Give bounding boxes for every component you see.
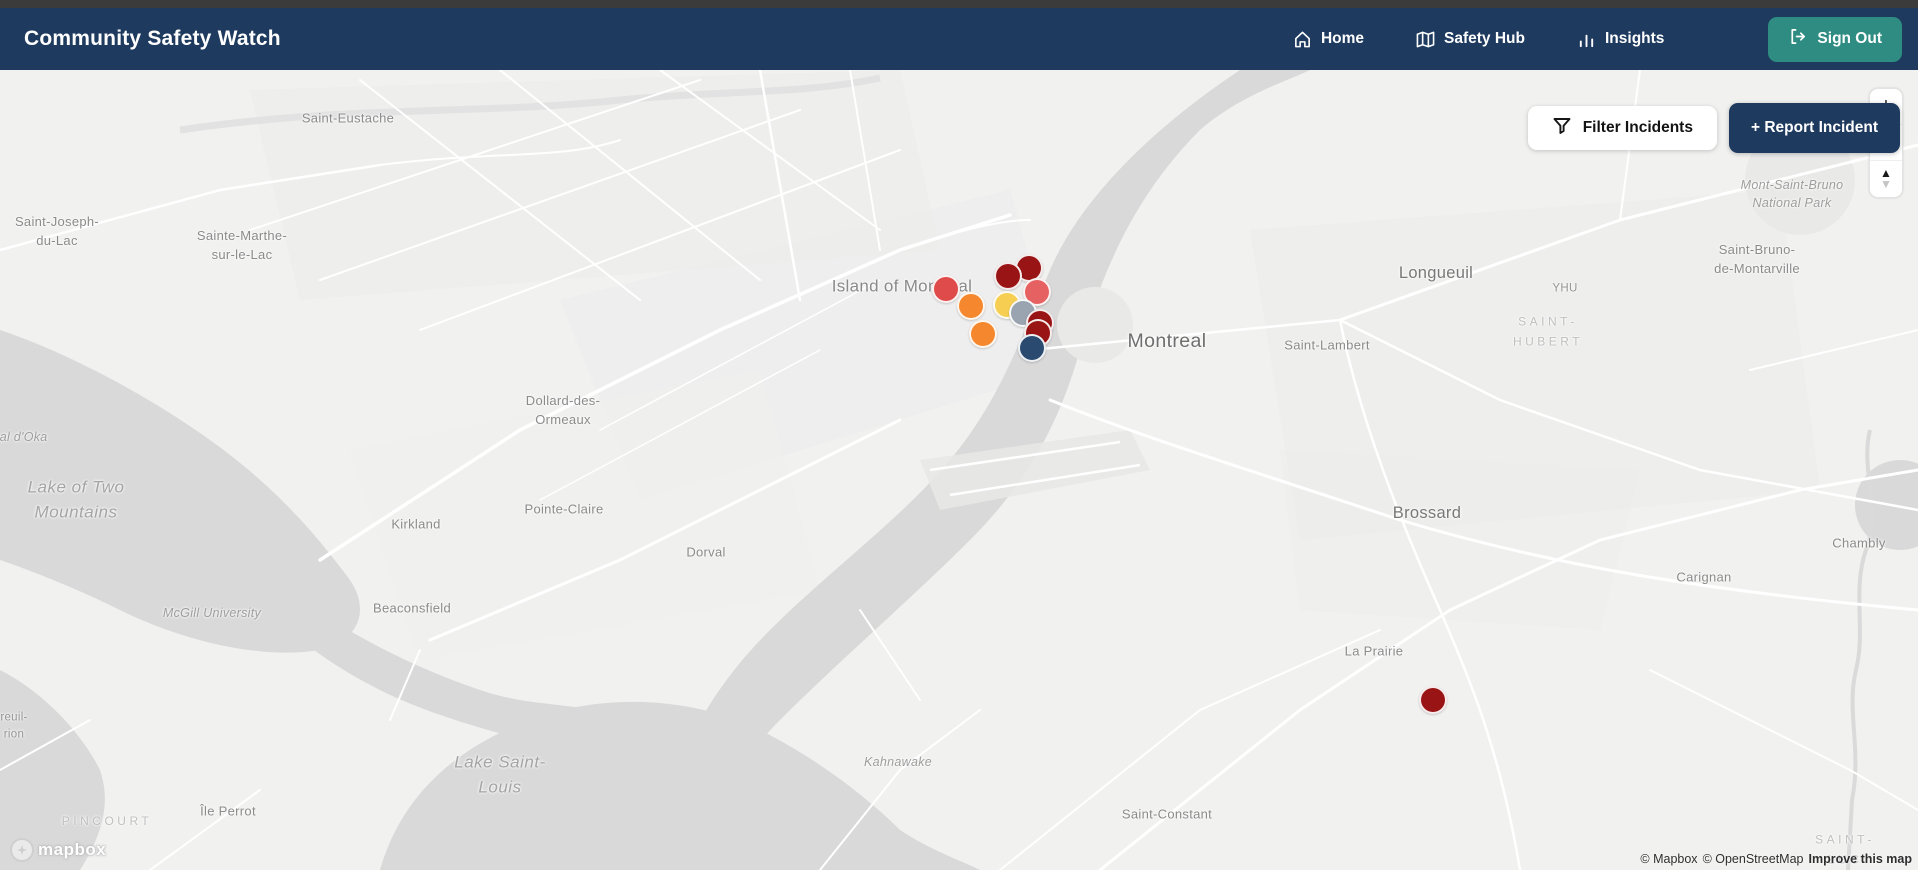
page-title: Community Safety Watch [24,27,281,50]
attribution-mapbox-link[interactable]: © Mapbox [1640,852,1697,866]
home-icon [1293,30,1312,49]
logout-icon [1788,27,1807,51]
pitch-down-icon: ▼ [1880,177,1892,191]
nav-label: Home [1320,30,1365,47]
app-header: Community Safety Watch Home Safety Hub I… [0,8,1918,70]
compass-button[interactable]: ▲ ▼ [1870,161,1902,197]
map-toolbar: Filter Incidents + Report Incident [1527,103,1900,153]
map-tiles [0,70,1918,870]
sign-out-label: Sign Out [1817,30,1882,47]
filter-incidents-label: Filter Incidents [1582,119,1693,136]
incident-marker-orange[interactable] [957,292,985,320]
nav-item-insights[interactable]: Insights [1577,30,1664,49]
app-window: Community Safety Watch Home Safety Hub I… [0,0,1918,870]
nav-item-safety-hub[interactable]: Safety Hub [1416,30,1525,49]
bar-chart-icon [1577,30,1596,49]
main-nav: Home Safety Hub Insights Sign Out [1293,16,1902,62]
incident-marker-navy[interactable] [1018,334,1046,362]
attribution-osm-link[interactable]: © OpenStreetMap [1703,852,1804,866]
improve-map-link[interactable]: Improve this map [1809,852,1913,866]
map-attribution: © Mapbox © OpenStreetMap Improve this ma… [1640,852,1912,866]
funnel-icon [1552,116,1572,141]
map-icon [1416,30,1435,49]
mapbox-logo-icon [10,838,34,862]
browser-chrome-strip [0,0,1918,8]
mapbox-logo[interactable]: mapbox [10,838,106,862]
report-incident-button[interactable]: + Report Incident [1728,103,1900,153]
nav-label: Insights [1605,30,1665,47]
incident-marker-darkred[interactable] [994,262,1022,290]
incident-marker-darkred[interactable] [1419,686,1447,714]
map-canvas[interactable]: Saint-Eustache Saint-Joseph- du-Lac Sainte… [0,70,1918,870]
incident-marker-orange[interactable] [969,320,997,348]
report-incident-label: + Report Incident [1750,119,1878,136]
filter-incidents-button[interactable]: Filter Incidents [1527,106,1717,150]
incident-marker-red[interactable] [932,275,960,303]
nav-item-home[interactable]: Home [1293,30,1364,49]
nav-label: Safety Hub [1444,30,1525,47]
sign-out-button[interactable]: Sign Out [1768,16,1902,62]
mapbox-wordmark: mapbox [38,840,107,859]
